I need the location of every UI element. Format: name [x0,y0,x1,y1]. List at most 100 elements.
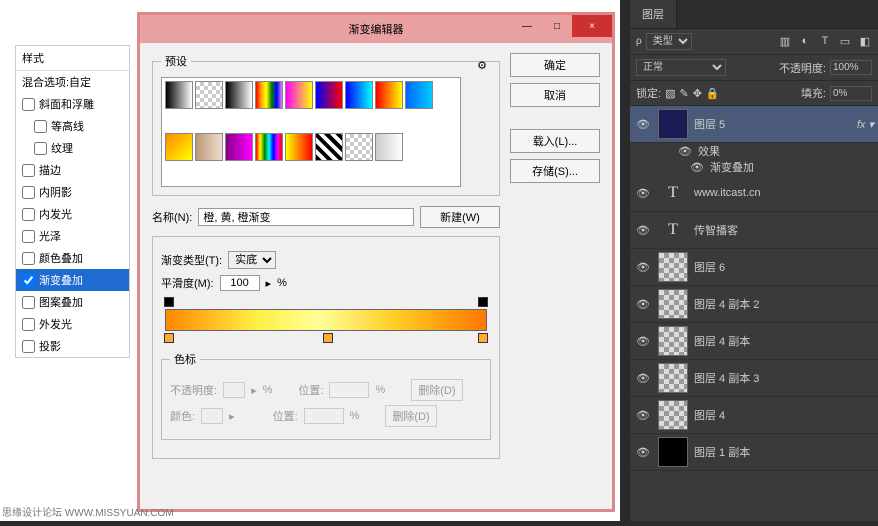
titlebar[interactable]: 渐变编辑器 ― □ × [140,15,612,43]
close-button[interactable]: × [572,15,612,37]
layer-thumb[interactable] [658,109,688,139]
color-stop[interactable] [478,333,488,343]
preset-swatch[interactable] [285,133,313,161]
preset-swatch[interactable] [345,133,373,161]
style-pattern-overlay-check[interactable] [22,296,35,309]
visibility-icon[interactable]: 👁 [634,261,652,274]
preset-swatch[interactable] [315,81,343,109]
filter-kind-select[interactable]: 类型 [646,33,692,50]
layer-effects[interactable]: 👁效果 [630,143,878,159]
filter-smart-icon[interactable]: ◧ [858,35,872,48]
preset-swatch[interactable] [255,133,283,161]
style-inner-glow[interactable]: 内发光 [16,203,129,225]
smooth-arrow-icon[interactable]: ▸ [266,277,272,290]
minimize-button[interactable]: ― [512,15,542,37]
preset-swatch[interactable] [375,81,403,109]
filter-image-icon[interactable]: ▥ [778,35,792,48]
fill-input[interactable] [830,86,872,101]
layer-thumb[interactable] [658,363,688,393]
style-drop-shadow-check[interactable] [22,340,35,353]
layer-item[interactable]: 👁T传智播客 [630,212,878,249]
lock-trans-icon[interactable]: ▧ [665,87,675,100]
gear-icon[interactable]: ⚙ [477,59,487,72]
layer-item[interactable]: 👁Twww.itcast.cn [630,175,878,212]
visibility-icon[interactable]: 👁 [634,187,652,200]
style-drop-shadow[interactable]: 投影 [16,335,129,357]
save-button[interactable]: 存储(S)... [510,159,600,183]
style-color-overlay[interactable]: 颜色叠加 [16,247,129,269]
visibility-icon[interactable]: 👁 [634,372,652,385]
preset-swatch[interactable] [285,81,313,109]
cancel-button[interactable]: 取消 [510,83,600,107]
name-input[interactable] [198,208,414,226]
layer-item[interactable]: 👁 图层 4 副本 3 [630,360,878,397]
style-outer-glow[interactable]: 外发光 [16,313,129,335]
style-texture[interactable]: 纹理 [16,137,129,159]
style-gradient-overlay[interactable]: 渐变叠加 [16,269,129,291]
style-satin-check[interactable] [22,230,35,243]
layer-name[interactable]: 图层 1 副本 [694,444,750,460]
style-inner-glow-check[interactable] [22,208,35,221]
gradient-bar[interactable] [165,309,487,331]
layer-thumb[interactable] [658,400,688,430]
style-gradient-overlay-check[interactable] [22,274,35,287]
maximize-button[interactable]: □ [542,15,572,37]
layer-name[interactable]: 图层 6 [694,259,725,275]
lock-move-icon[interactable]: ✥ [693,87,702,100]
visibility-icon[interactable]: 👁 [634,335,652,348]
layer-name[interactable]: 图层 4 副本 3 [694,370,759,386]
preset-swatch[interactable] [255,81,283,109]
layer-name[interactable]: 图层 4 [694,407,725,423]
filter-adjust-icon[interactable]: ◐ [798,35,812,48]
color-stop[interactable] [323,333,333,343]
filter-shape-icon[interactable]: ▭ [838,35,852,48]
preset-swatch[interactable] [315,133,343,161]
preset-swatch[interactable] [405,81,433,109]
style-inner-shadow[interactable]: 内阴影 [16,181,129,203]
preset-swatch[interactable] [345,81,373,109]
layer-item[interactable]: 👁 图层 4 副本 [630,323,878,360]
style-color-overlay-check[interactable] [22,252,35,265]
gradient-type-select[interactable]: 实底 [228,251,276,269]
layer-thumb[interactable] [658,289,688,319]
smoothness-input[interactable] [220,275,260,291]
visibility-icon[interactable]: 👁 [634,409,652,422]
style-outer-glow-check[interactable] [22,318,35,331]
blend-mode-select[interactable]: 正常 [636,59,726,76]
blend-options[interactable]: 混合选项:自定 [16,71,129,93]
layer-item[interactable]: 👁 图层 1 副本 [630,434,878,471]
layer-name[interactable]: 图层 4 副本 2 [694,296,759,312]
style-bevel[interactable]: 斜面和浮雕 [16,93,129,115]
preset-swatch[interactable] [225,81,253,109]
layer-name[interactable]: 传智播客 [694,222,738,238]
preset-swatch[interactable] [195,133,223,161]
layer-item[interactable]: 👁 图层 4 [630,397,878,434]
layer-item[interactable]: 👁 图层 4 副本 2 [630,286,878,323]
layer-thumb[interactable] [658,437,688,467]
visibility-icon[interactable]: 👁 [634,224,652,237]
opacity-input[interactable] [830,60,872,75]
layer-item[interactable]: 👁 图层 5 fx ▾ [630,106,878,143]
filter-text-icon[interactable]: T [818,35,832,48]
preset-swatch[interactable] [165,81,193,109]
layer-effect-gradient[interactable]: 👁渐变叠加 [630,159,878,175]
layer-thumb[interactable] [658,326,688,356]
layer-name[interactable]: 图层 4 副本 [694,333,750,349]
layer-name[interactable]: 图层 5 [694,116,725,132]
opacity-stop[interactable] [164,297,174,307]
style-texture-check[interactable] [34,142,47,155]
visibility-icon[interactable]: 👁 [634,446,652,459]
style-satin[interactable]: 光泽 [16,225,129,247]
new-button[interactable]: 新建(W) [420,206,500,228]
lock-all-icon[interactable]: 🔒 [706,87,720,100]
style-bevel-check[interactable] [22,98,35,111]
ok-button[interactable]: 确定 [510,53,600,77]
visibility-icon[interactable]: 👁 [634,118,652,131]
preset-swatch[interactable] [165,133,193,161]
layer-item[interactable]: 👁 图层 6 [630,249,878,286]
visibility-icon[interactable]: 👁 [634,298,652,311]
layers-tab[interactable]: 图层 [630,0,677,28]
fx-badge[interactable]: fx ▾ [857,118,874,131]
layer-thumb[interactable] [658,252,688,282]
preset-swatch[interactable] [375,133,403,161]
